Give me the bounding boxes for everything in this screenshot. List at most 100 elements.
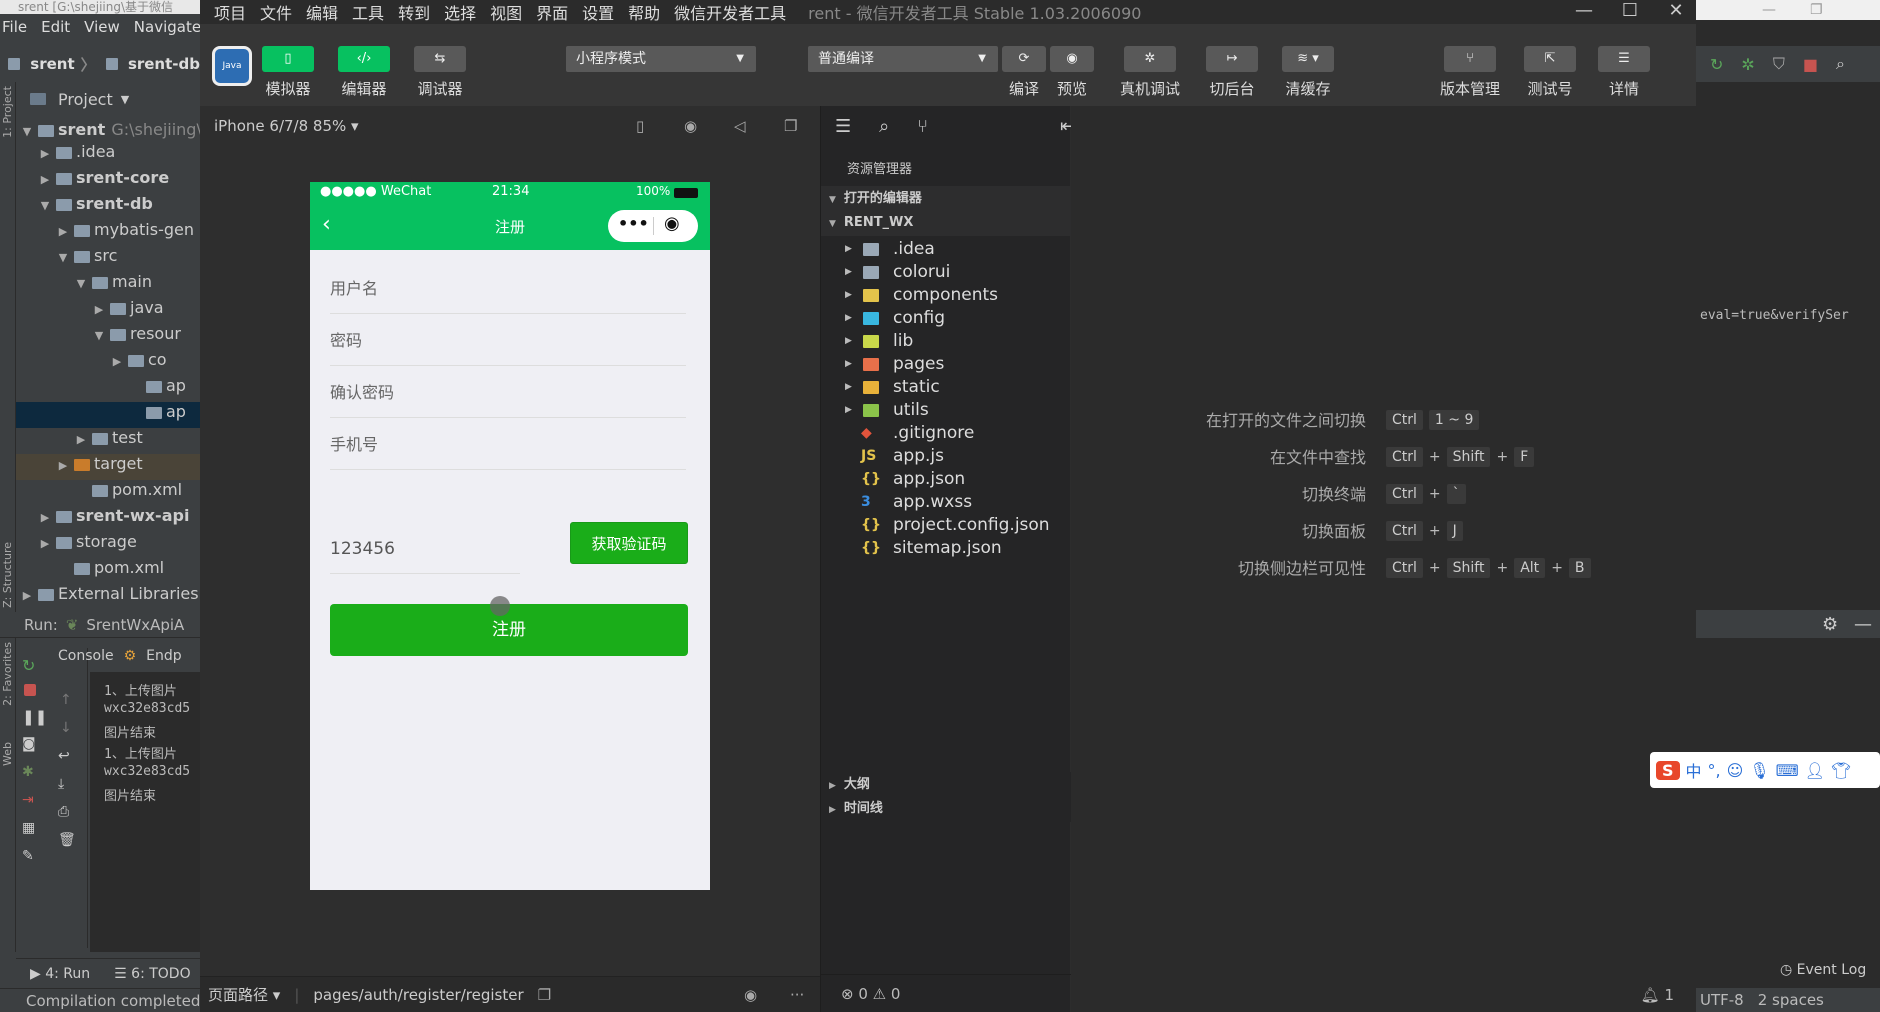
pause-icon[interactable]: ❚❚ bbox=[22, 708, 47, 726]
editor-button[interactable]: ‹/› 编辑器 bbox=[338, 46, 390, 99]
tree-item[interactable]: ▼ srent G:\shejiing\基 bbox=[16, 116, 218, 142]
tree-item[interactable]: ▼ src bbox=[16, 246, 200, 272]
tab-structure[interactable]: Z: Structure bbox=[1, 542, 14, 608]
tree-item[interactable]: ▶ mybatis-gen bbox=[16, 220, 200, 246]
up-arrow-icon[interactable]: ↑ bbox=[60, 692, 78, 708]
menu-file[interactable]: 文件 bbox=[260, 0, 292, 24]
outline-section[interactable]: ▶ 大纲 bbox=[821, 772, 1071, 798]
punctuation-icon[interactable]: °, bbox=[1708, 761, 1721, 780]
tree-item[interactable]: ▼ main bbox=[16, 272, 200, 298]
maximize-icon[interactable]: ☐ bbox=[1610, 0, 1650, 24]
open-editors-section[interactable]: ▼ 打开的编辑器 bbox=[821, 186, 1071, 212]
project-panel-header[interactable]: Project ▼ bbox=[16, 86, 200, 112]
compile-button[interactable]: ⟳ 编译 bbox=[1002, 46, 1046, 99]
tree-item[interactable]: ▶ srent-wx-api bbox=[16, 506, 200, 532]
tab-favorites[interactable]: 2: Favorites bbox=[1, 642, 14, 706]
chevron-down-icon[interactable]: ▼ bbox=[20, 125, 34, 138]
version-button[interactable]: ⑂ 版本管理 bbox=[1440, 46, 1500, 99]
mic-icon[interactable]: 🎙︎ bbox=[1749, 761, 1769, 780]
search-icon[interactable]: ⌕ bbox=[879, 116, 889, 137]
chevron-right-icon[interactable]: ▶ bbox=[74, 433, 88, 446]
soft-wrap-icon[interactable]: ↩ bbox=[58, 748, 76, 764]
breadcrumb-srent-db[interactable]: srent-db bbox=[128, 55, 200, 73]
tree-item[interactable]: ▶ External Libraries bbox=[16, 584, 200, 610]
simulator-button[interactable]: ▯ 模拟器 bbox=[262, 46, 314, 99]
menu-view[interactable]: View bbox=[84, 18, 120, 36]
popout-icon[interactable]: ❐ bbox=[784, 117, 797, 135]
verify-code-input[interactable]: 123456 bbox=[330, 524, 520, 574]
tab-todo[interactable]: ☰ 6: TODO bbox=[114, 966, 190, 982]
git-branch-icon[interactable]: ⑂ bbox=[917, 116, 928, 137]
down-arrow-icon[interactable]: ↓ bbox=[60, 720, 78, 736]
chevron-right-icon[interactable]: ▶ bbox=[38, 537, 52, 550]
debug-icon[interactable]: ✲ bbox=[1741, 55, 1754, 74]
menu-goto[interactable]: 转到 bbox=[398, 0, 430, 24]
avatar[interactable]: Java bbox=[212, 46, 252, 86]
breadcrumb-srent[interactable]: srent bbox=[30, 55, 74, 73]
tab-console[interactable]: Console bbox=[58, 648, 114, 664]
list-icon[interactable]: ☰ bbox=[835, 116, 851, 137]
chevron-right-icon[interactable]: ▶ bbox=[56, 459, 70, 472]
tree-item[interactable]: ▶ test bbox=[16, 428, 200, 454]
menu-help[interactable]: 帮助 bbox=[628, 0, 660, 24]
bell-icon[interactable]: 🔔︎ 1 bbox=[1641, 986, 1674, 1004]
search-icon[interactable]: ⌕ bbox=[1836, 54, 1845, 74]
rerun-icon[interactable]: ↻ bbox=[1710, 55, 1723, 74]
tab-web[interactable]: Web bbox=[1, 742, 14, 766]
chevron-right-icon[interactable]: ▶ bbox=[20, 589, 34, 602]
device-select[interactable]: iPhone 6/7/8 85% ▾ bbox=[214, 117, 359, 135]
chevron-down-icon[interactable]: ▼ bbox=[56, 251, 70, 264]
emoji-icon[interactable]: ☺ bbox=[1727, 761, 1744, 780]
coverage-icon[interactable]: ⛉ bbox=[1773, 54, 1785, 74]
tree-item[interactable]: ap bbox=[16, 402, 200, 428]
tree-item[interactable]: ▶ co bbox=[16, 350, 200, 376]
chevron-down-icon[interactable]: ▼ bbox=[74, 277, 88, 290]
debug-icon[interactable]: ✱ bbox=[22, 764, 40, 780]
compile-mode-select[interactable]: 普通编译 ▼ bbox=[808, 46, 998, 72]
tree-item[interactable]: pom.xml bbox=[16, 480, 200, 506]
menu-navigate[interactable]: Navigate bbox=[134, 18, 201, 36]
hide-icon[interactable]: — bbox=[1854, 614, 1872, 635]
project-section[interactable]: ▼ RENT_WX bbox=[821, 210, 1071, 236]
tree-item[interactable]: ap bbox=[16, 376, 200, 402]
stop-icon[interactable]: ■ bbox=[1803, 55, 1818, 74]
timeline-section[interactable]: ▶ 时间线 bbox=[821, 796, 1071, 822]
minimize-icon[interactable]: — bbox=[1762, 2, 1776, 18]
menu-edit[interactable]: Edit bbox=[41, 18, 70, 36]
layout-icon[interactable]: ▦ bbox=[22, 820, 40, 836]
menu-view[interactable]: 视图 bbox=[490, 0, 522, 24]
event-log[interactable]: ◷ Event Log bbox=[1780, 962, 1866, 978]
encoding[interactable]: UTF-8 bbox=[1700, 988, 1744, 1012]
menu-interface[interactable]: 界面 bbox=[536, 0, 568, 24]
chevron-right-icon[interactable]: ▶ bbox=[38, 147, 52, 160]
tree-item[interactable]: ▶ target bbox=[16, 454, 200, 480]
gear-icon[interactable]: ⚙ bbox=[1822, 614, 1838, 635]
menu-edit[interactable]: 编辑 bbox=[306, 0, 338, 24]
test-account-button[interactable]: ⇱ 测试号 bbox=[1524, 46, 1576, 99]
problems-indicator[interactable]: ⊗ 0 ⚠ 0 bbox=[821, 974, 1071, 1012]
remote-debug-button[interactable]: ✲ 真机调试 bbox=[1120, 46, 1180, 99]
shirt-icon[interactable]: 👕︎ bbox=[1831, 761, 1851, 780]
confirm-password-input[interactable]: 确认密码 bbox=[330, 368, 686, 418]
chevron-down-icon[interactable]: ▼ bbox=[92, 329, 106, 342]
menu-settings[interactable]: 设置 bbox=[582, 0, 614, 24]
tree-item[interactable]: ▶ storage bbox=[16, 532, 200, 558]
menu-file[interactable]: File bbox=[2, 18, 27, 36]
tree-item[interactable]: pom.xml bbox=[16, 558, 200, 584]
menu-tools[interactable]: 工具 bbox=[352, 0, 384, 24]
rerun-icon[interactable]: ↻ bbox=[22, 656, 40, 675]
chevron-right-icon[interactable]: ▶ bbox=[38, 173, 52, 186]
print-icon[interactable]: ⎙ bbox=[58, 804, 76, 820]
more-icon[interactable]: ••• bbox=[618, 214, 649, 233]
menu-devtools[interactable]: 微信开发者工具 bbox=[674, 0, 786, 24]
chevron-down-icon[interactable]: ▼ bbox=[38, 199, 52, 212]
chevron-right-icon[interactable]: ▶ bbox=[110, 355, 124, 368]
password-input[interactable]: 密码 bbox=[330, 316, 686, 366]
username-input[interactable]: 用户名 bbox=[330, 264, 686, 314]
trash-icon[interactable]: 🗑 bbox=[58, 832, 76, 848]
register-button[interactable]: 注册 bbox=[330, 604, 688, 656]
page-path-select[interactable]: 页面路径 ▾ bbox=[208, 984, 280, 1005]
clear-cache-button[interactable]: ≋ ▾ 清缓存 bbox=[1282, 46, 1334, 99]
close-icon[interactable]: ✕ bbox=[1656, 0, 1696, 24]
indent[interactable]: 2 spaces bbox=[1758, 988, 1824, 1012]
